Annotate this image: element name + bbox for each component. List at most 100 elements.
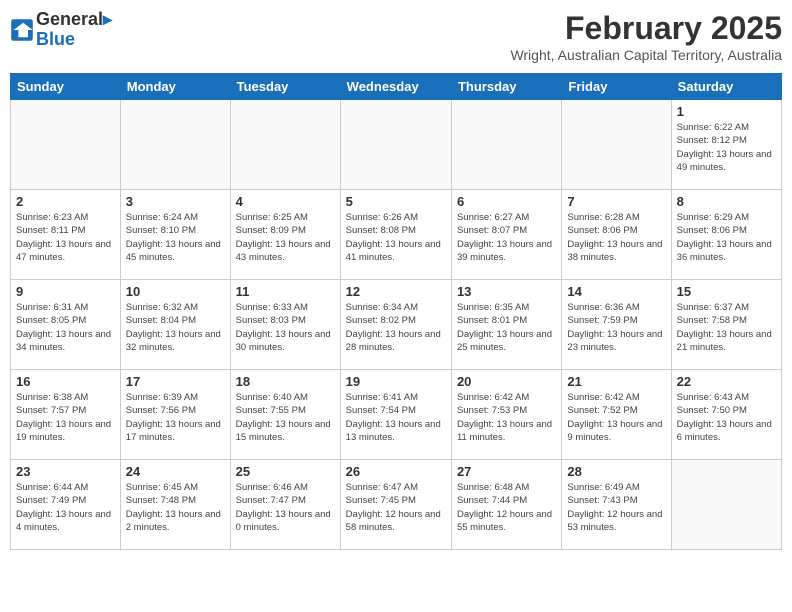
day-info: Sunrise: 6:44 AM Sunset: 7:49 PM Dayligh… [16,481,115,534]
weekday-header: Saturday [671,74,781,100]
calendar-cell: 15Sunrise: 6:37 AM Sunset: 7:58 PM Dayli… [671,280,781,370]
day-info: Sunrise: 6:49 AM Sunset: 7:43 PM Dayligh… [567,481,665,534]
day-info: Sunrise: 6:43 AM Sunset: 7:50 PM Dayligh… [677,391,776,444]
calendar-table: SundayMondayTuesdayWednesdayThursdayFrid… [10,73,782,550]
calendar-cell: 14 Sunrise: 6:36 AM Sunset: 7:59 PM Dayli… [562,280,671,370]
day-info: Sunrise: 6:28 AM Sunset: 8:06 PM Dayligh… [567,211,665,264]
day-number: 2 [16,194,115,209]
logo-icon [10,18,34,42]
day-number: 11 [236,284,335,299]
weekday-header: Tuesday [230,74,340,100]
day-info: Sunrise: 6:26 AM Sunset: 8:08 PM Dayligh… [346,211,446,264]
day-info: Sunrise: 6:27 AM Sunset: 8:07 PM Dayligh… [457,211,556,264]
weekday-header: Sunday [11,74,121,100]
location-title: Wright, Australian Capital Territory, Au… [510,47,782,63]
calendar-cell: 6 Sunrise: 6:27 AM Sunset: 8:07 PM Daylig… [451,190,561,280]
calendar-cell: 1 Sunrise: 6:22 AM Sunset: 8:12 PM Daylig… [671,100,781,190]
day-info: Sunrise: 6:29 AM Sunset: 8:06 PM Dayligh… [677,211,776,264]
logo: General▸ Blue [10,10,112,50]
day-info: Sunrise: 6:46 AM Sunset: 7:47 PM Dayligh… [236,481,335,534]
calendar-cell: 5 Sunrise: 6:26 AM Sunset: 8:08 PM Daylig… [340,190,451,280]
day-number: 23 [16,464,115,479]
day-number: 7 [567,194,665,209]
calendar-cell: 4 Sunrise: 6:25 AM Sunset: 8:09 PM Daylig… [230,190,340,280]
weekday-header: Friday [562,74,671,100]
day-number: 21 [567,374,665,389]
day-info: Sunrise: 6:24 AM Sunset: 8:10 PM Dayligh… [126,211,225,264]
day-info: Sunrise: 6:31 AM Sunset: 8:05 PM Dayligh… [16,301,115,354]
day-info: Sunrise: 6:23 AM Sunset: 8:11 PM Dayligh… [16,211,115,264]
day-number: 5 [346,194,446,209]
calendar-cell: 28 Sunrise: 6:49 AM Sunset: 7:43 PM Dayli… [562,460,671,550]
day-info: Sunrise: 6:22 AM Sunset: 8:12 PM Dayligh… [677,121,776,174]
calendar-cell: 8 Sunrise: 6:29 AM Sunset: 8:06 PM Daylig… [671,190,781,280]
day-number: 18 [236,374,335,389]
calendar-cell [451,100,561,190]
calendar-cell: 21Sunrise: 6:42 AM Sunset: 7:52 PM Dayli… [562,370,671,460]
day-number: 20 [457,374,556,389]
calendar-cell [11,100,121,190]
day-number: 22 [677,374,776,389]
weekday-header: Monday [120,74,230,100]
day-info: Sunrise: 6:41 AM Sunset: 7:54 PM Dayligh… [346,391,446,444]
calendar-cell: 16 Sunrise: 6:38 AM Sunset: 7:57 PM Dayli… [11,370,121,460]
calendar-cell: 3 Sunrise: 6:24 AM Sunset: 8:10 PM Daylig… [120,190,230,280]
calendar-cell: 12Sunrise: 6:34 AM Sunset: 8:02 PM Dayli… [340,280,451,370]
calendar-cell: 20 Sunrise: 6:42 AM Sunset: 7:53 PM Dayli… [451,370,561,460]
calendar-cell [671,460,781,550]
day-number: 3 [126,194,225,209]
day-number: 6 [457,194,556,209]
calendar-cell: 19 Sunrise: 6:41 AM Sunset: 7:54 PM Dayli… [340,370,451,460]
day-number: 24 [126,464,225,479]
day-number: 1 [677,104,776,119]
calendar-cell: 23 Sunrise: 6:44 AM Sunset: 7:49 PM Dayli… [11,460,121,550]
day-number: 27 [457,464,556,479]
day-info: Sunrise: 6:45 AM Sunset: 7:48 PM Dayligh… [126,481,225,534]
day-info: Sunrise: 6:48 AM Sunset: 7:44 PM Dayligh… [457,481,556,534]
day-info: Sunrise: 6:35 AM Sunset: 8:01 PM Dayligh… [457,301,556,354]
day-number: 8 [677,194,776,209]
day-info: Sunrise: 6:32 AM Sunset: 8:04 PM Dayligh… [126,301,225,354]
day-number: 26 [346,464,446,479]
day-number: 16 [16,374,115,389]
day-number: 14 [567,284,665,299]
day-number: 28 [567,464,665,479]
day-number: 12 [346,284,446,299]
title-section: February 2025 Wright, Australian Capital… [510,10,782,63]
calendar-cell: 17 Sunrise: 6:39 AM Sunset: 7:56 PM Dayli… [120,370,230,460]
day-info: Sunrise: 6:42 AM Sunset: 7:53 PM Dayligh… [457,391,556,444]
calendar-cell: 22 Sunrise: 6:43 AM Sunset: 7:50 PM Dayli… [671,370,781,460]
day-info: Sunrise: 6:36 AM Sunset: 7:59 PM Dayligh… [567,301,665,354]
day-number: 25 [236,464,335,479]
day-number: 17 [126,374,225,389]
calendar-cell [120,100,230,190]
weekday-header: Wednesday [340,74,451,100]
day-info: Sunrise: 6:33 AM Sunset: 8:03 PM Dayligh… [236,301,335,354]
day-info: Sunrise: 6:38 AM Sunset: 7:57 PM Dayligh… [16,391,115,444]
calendar-cell: 11 Sunrise: 6:33 AM Sunset: 8:03 PM Dayli… [230,280,340,370]
day-info: Sunrise: 6:25 AM Sunset: 8:09 PM Dayligh… [236,211,335,264]
day-info: Sunrise: 6:40 AM Sunset: 7:55 PM Dayligh… [236,391,335,444]
day-info: Sunrise: 6:47 AM Sunset: 7:45 PM Dayligh… [346,481,446,534]
day-info: Sunrise: 6:37 AM Sunset: 7:58 PM Dayligh… [677,301,776,354]
calendar-cell: 24 Sunrise: 6:45 AM Sunset: 7:48 PM Dayli… [120,460,230,550]
calendar-cell: 2 Sunrise: 6:23 AM Sunset: 8:11 PM Daylig… [11,190,121,280]
day-number: 4 [236,194,335,209]
day-number: 13 [457,284,556,299]
calendar-cell: 10 Sunrise: 6:32 AM Sunset: 8:04 PM Dayli… [120,280,230,370]
calendar-cell: 7 Sunrise: 6:28 AM Sunset: 8:06 PM Daylig… [562,190,671,280]
calendar-cell [230,100,340,190]
calendar-cell: 25 Sunrise: 6:46 AM Sunset: 7:47 PM Dayli… [230,460,340,550]
day-number: 10 [126,284,225,299]
calendar-cell [340,100,451,190]
calendar-cell: 18 Sunrise: 6:40 AM Sunset: 7:55 PM Dayli… [230,370,340,460]
calendar-cell: 9 Sunrise: 6:31 AM Sunset: 8:05 PM Daylig… [11,280,121,370]
weekday-header: Thursday [451,74,561,100]
calendar-cell: 26 Sunrise: 6:47 AM Sunset: 7:45 PM Dayli… [340,460,451,550]
calendar-cell: 27 Sunrise: 6:48 AM Sunset: 7:44 PM Dayli… [451,460,561,550]
day-info: Sunrise: 6:39 AM Sunset: 7:56 PM Dayligh… [126,391,225,444]
day-number: 9 [16,284,115,299]
day-number: 19 [346,374,446,389]
month-title: February 2025 [510,10,782,47]
calendar-cell [562,100,671,190]
